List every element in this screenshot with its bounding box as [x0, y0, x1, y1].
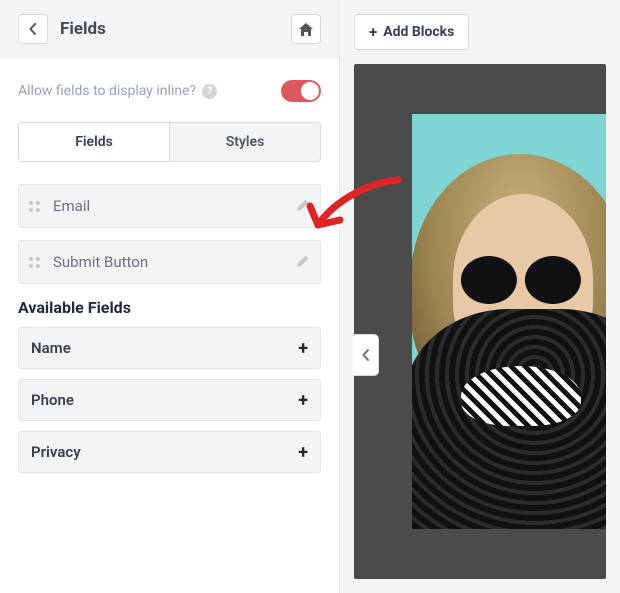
drag-handle-icon[interactable] [29, 201, 45, 212]
settings-panel: Fields Allow fields to display inline? ?… [0, 0, 340, 593]
inline-toggle[interactable] [281, 80, 321, 102]
field-item-submit[interactable]: Submit Button [18, 240, 321, 284]
tabs: Fields Styles [0, 112, 339, 162]
plus-icon: + [298, 338, 308, 359]
inline-label-text: Allow fields to display inline? [18, 83, 196, 99]
placeholder-scarf [461, 366, 581, 426]
available-field-label: Name [31, 339, 298, 357]
available-field-phone[interactable]: Phone + [18, 379, 321, 421]
inline-toggle-row: Allow fields to display inline? ? [0, 58, 339, 112]
plus-icon: + [298, 390, 308, 411]
image-block[interactable] [412, 114, 606, 529]
edit-button[interactable] [296, 253, 310, 272]
back-button[interactable] [18, 14, 48, 44]
home-icon [299, 23, 313, 36]
drag-handle-icon[interactable] [29, 257, 45, 268]
toggle-knob [301, 82, 319, 100]
available-field-privacy[interactable]: Privacy + [18, 431, 321, 473]
available-fields-list: Name + Phone + Privacy + [0, 327, 339, 473]
tab-fields[interactable]: Fields [18, 122, 170, 162]
tab-styles[interactable]: Styles [170, 122, 321, 162]
chevron-left-icon [29, 23, 37, 35]
available-fields-title: Available Fields [0, 290, 339, 327]
preview-panel: + Add Blocks [340, 0, 620, 593]
toolbar: + Add Blocks [354, 14, 606, 64]
home-button[interactable] [291, 14, 321, 44]
available-field-label: Privacy [31, 443, 298, 461]
available-field-label: Phone [31, 391, 298, 409]
pencil-icon [296, 198, 310, 212]
available-field-name[interactable]: Name + [18, 327, 321, 369]
placeholder-sunglasses [461, 256, 591, 304]
chevron-left-icon [362, 349, 370, 361]
collapse-panel-button[interactable] [353, 334, 379, 376]
panel-header: Fields [0, 0, 339, 58]
add-blocks-label: Add Blocks [383, 24, 454, 40]
inline-toggle-label: Allow fields to display inline? ? [18, 83, 281, 99]
field-label: Email [53, 197, 296, 215]
pencil-icon [296, 254, 310, 268]
field-label: Submit Button [53, 253, 296, 271]
help-icon[interactable]: ? [202, 84, 217, 99]
add-blocks-button[interactable]: + Add Blocks [354, 14, 469, 50]
active-fields-list: Email Submit Button [0, 162, 339, 290]
edit-button[interactable] [296, 197, 310, 216]
panel-title: Fields [60, 19, 291, 39]
plus-icon: + [298, 442, 308, 463]
design-canvas[interactable] [354, 64, 606, 579]
plus-icon: + [369, 23, 377, 41]
field-item-email[interactable]: Email [18, 184, 321, 228]
